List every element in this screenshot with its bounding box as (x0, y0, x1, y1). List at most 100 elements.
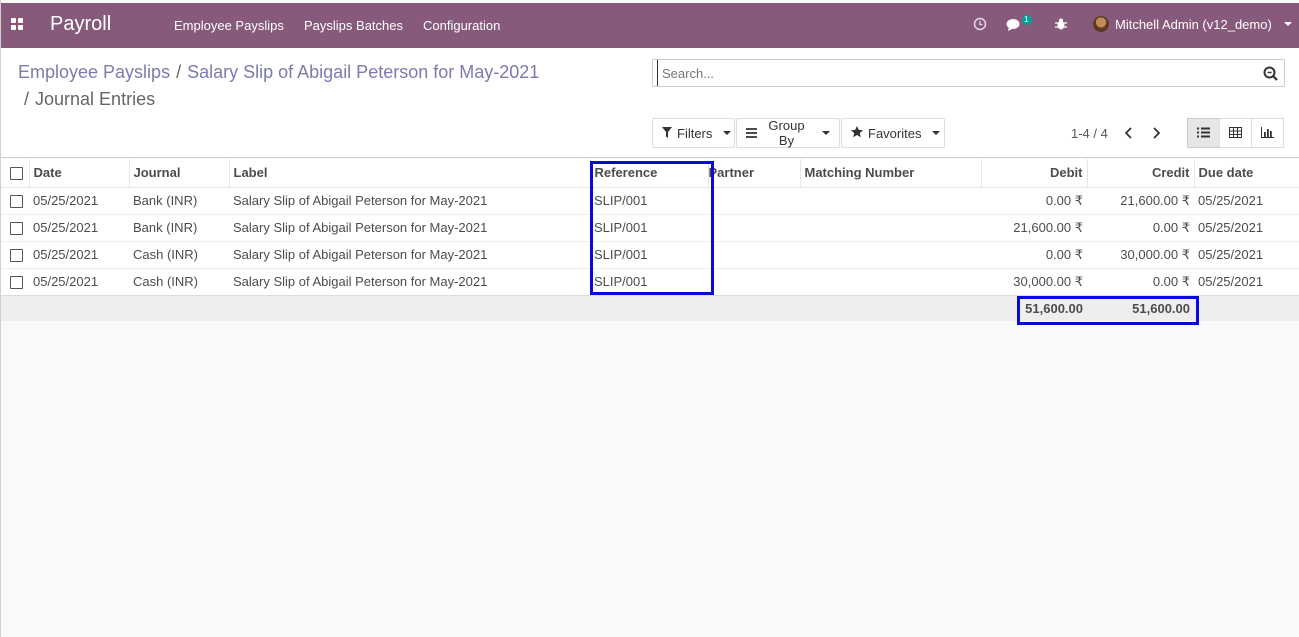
cell-date: 05/25/2021 (29, 186, 129, 214)
bar-chart-icon (1261, 126, 1274, 141)
totals-spacer (229, 294, 590, 321)
cell-credit: 21,600.00 ₹ (1087, 186, 1194, 214)
table-icon (1229, 126, 1242, 141)
top-navbar: Payroll Employee Payslips Payslips Batch… (1, 3, 1299, 48)
control-panel: Employee Payslips / Salary Slip of Abigail… (1, 48, 1299, 158)
column-header-matching-number[interactable]: Matching Number (799, 159, 981, 188)
cell-label: Salary Slip of Abigail Peterson for May-… (229, 213, 590, 241)
cell-partner (708, 186, 800, 214)
cell-credit: 0.00 ₹ (1087, 213, 1194, 241)
filter-icon (662, 126, 672, 141)
cell-debit: 0.00 ₹ (981, 186, 1087, 214)
graph-view-button[interactable] (1251, 118, 1284, 148)
avatar (1093, 16, 1109, 32)
cell-due-date: 05/25/2021 (1194, 240, 1299, 268)
column-header-due-date[interactable]: Due date (1193, 159, 1299, 188)
cell-due-date: 05/25/2021 (1194, 186, 1299, 214)
bug-icon[interactable] (1054, 17, 1068, 34)
list-view-button[interactable] (1187, 118, 1220, 148)
row-checkbox[interactable] (10, 249, 23, 263)
pager-value[interactable]: 1-4 / 4 (1071, 126, 1108, 141)
group-by-button[interactable]: Group By (736, 118, 840, 148)
chat-badge-count: 1 (1024, 15, 1029, 24)
totals-spacer (29, 294, 129, 321)
row-select-cell[interactable] (1, 240, 29, 268)
user-name: Mitchell Admin (v12_demo) (1115, 16, 1272, 32)
column-header-credit[interactable]: Credit (1086, 159, 1194, 188)
row-select-cell[interactable] (1, 186, 29, 214)
row-select-cell[interactable] (1, 267, 29, 295)
cell-matching-number (800, 267, 981, 295)
search-icon[interactable] (1263, 66, 1278, 84)
cell-debit: 21,600.00 ₹ (981, 213, 1087, 241)
cell-credit: 30,000.00 ₹ (1087, 240, 1194, 268)
cell-credit: 0.00 ₹ (1087, 267, 1194, 295)
clock-icon[interactable] (973, 17, 987, 34)
breadcrumb: Employee Payslips / Salary Slip of Abigail… (18, 62, 539, 83)
breadcrumb-employee-payslips[interactable]: Employee Payslips (18, 62, 170, 82)
menu-configuration[interactable]: Configuration (423, 18, 500, 33)
select-all-cell[interactable] (1, 159, 29, 188)
chevron-down-icon (723, 131, 732, 135)
row-checkbox[interactable] (10, 195, 23, 209)
cell-label: Salary Slip of Abigail Peterson for May-… (229, 240, 590, 268)
cell-matching-number (800, 186, 981, 214)
cell-due-date: 05/25/2021 (1194, 267, 1299, 295)
cell-journal: Cash (INR) (129, 240, 229, 268)
pager-next-button[interactable] (1147, 122, 1165, 144)
cell-date: 05/25/2021 (29, 213, 129, 241)
cell-date: 05/25/2021 (29, 240, 129, 268)
cell-journal: Cash (INR) (129, 267, 229, 295)
breadcrumb-salary-slip[interactable]: Salary Slip of Abigail Peterson for May-… (187, 62, 539, 82)
cell-due-date: 05/25/2021 (1194, 213, 1299, 241)
favorites-button[interactable]: Favorites (841, 118, 945, 148)
cell-partner (708, 240, 800, 268)
list-view-icon (1197, 126, 1210, 141)
filters-label: Filters (677, 125, 713, 141)
cell-partner (708, 267, 800, 295)
chevron-down-icon (822, 131, 830, 135)
filters-button[interactable]: Filters (652, 118, 735, 148)
column-header-date[interactable]: Date (28, 159, 129, 188)
column-header-partner[interactable]: Partner (707, 159, 800, 188)
cell-journal: Bank (INR) (129, 213, 229, 241)
user-menu[interactable]: Mitchell Admin (v12_demo) (1093, 16, 1292, 32)
cell-journal: Bank (INR) (129, 186, 229, 214)
favorites-label: Favorites (868, 125, 922, 141)
breadcrumb-separator: / (176, 62, 182, 82)
row-checkbox[interactable] (10, 222, 23, 236)
reference-column-highlight (590, 161, 714, 295)
cell-matching-number (800, 240, 981, 268)
column-header-label[interactable]: Label (228, 159, 590, 188)
totals-spacer (590, 294, 708, 321)
chevron-down-icon (932, 131, 941, 135)
search-bar (652, 59, 1285, 87)
cell-label: Salary Slip of Abigail Peterson for May-… (229, 267, 590, 295)
pager-previous-button[interactable] (1120, 122, 1138, 144)
chevron-down-icon (1283, 22, 1292, 26)
search-input[interactable] (657, 60, 1247, 86)
cell-matching-number (800, 213, 981, 241)
menu-payslips-batches[interactable]: Payslips Batches (304, 18, 403, 33)
row-checkbox[interactable] (10, 276, 23, 290)
select-all-checkbox[interactable] (10, 167, 23, 181)
column-header-journal[interactable]: Journal (128, 159, 229, 188)
cell-date: 05/25/2021 (29, 267, 129, 295)
app-title: Payroll (50, 13, 112, 35)
column-header-debit[interactable]: Debit (980, 159, 1087, 188)
apps-menu-icon[interactable] (11, 18, 25, 32)
chat-icon[interactable]: 1 (1006, 15, 1034, 36)
cell-label: Salary Slip of Abigail Peterson for May-… (229, 186, 590, 214)
breadcrumb-current-line: / Journal Entries (18, 89, 155, 110)
totals-spacer (129, 294, 229, 321)
cell-debit: 0.00 ₹ (981, 240, 1087, 268)
menu-employee-payslips[interactable]: Employee Payslips (174, 18, 284, 33)
cell-debit: 30,000.00 ₹ (981, 267, 1087, 295)
list-icon (746, 126, 757, 141)
totals-highlight (1017, 296, 1199, 325)
pivot-view-button[interactable] (1219, 118, 1252, 148)
group-by-label: Group By (768, 118, 805, 148)
totals-spacer (708, 294, 800, 321)
cell-partner (708, 213, 800, 241)
row-select-cell[interactable] (1, 213, 29, 241)
